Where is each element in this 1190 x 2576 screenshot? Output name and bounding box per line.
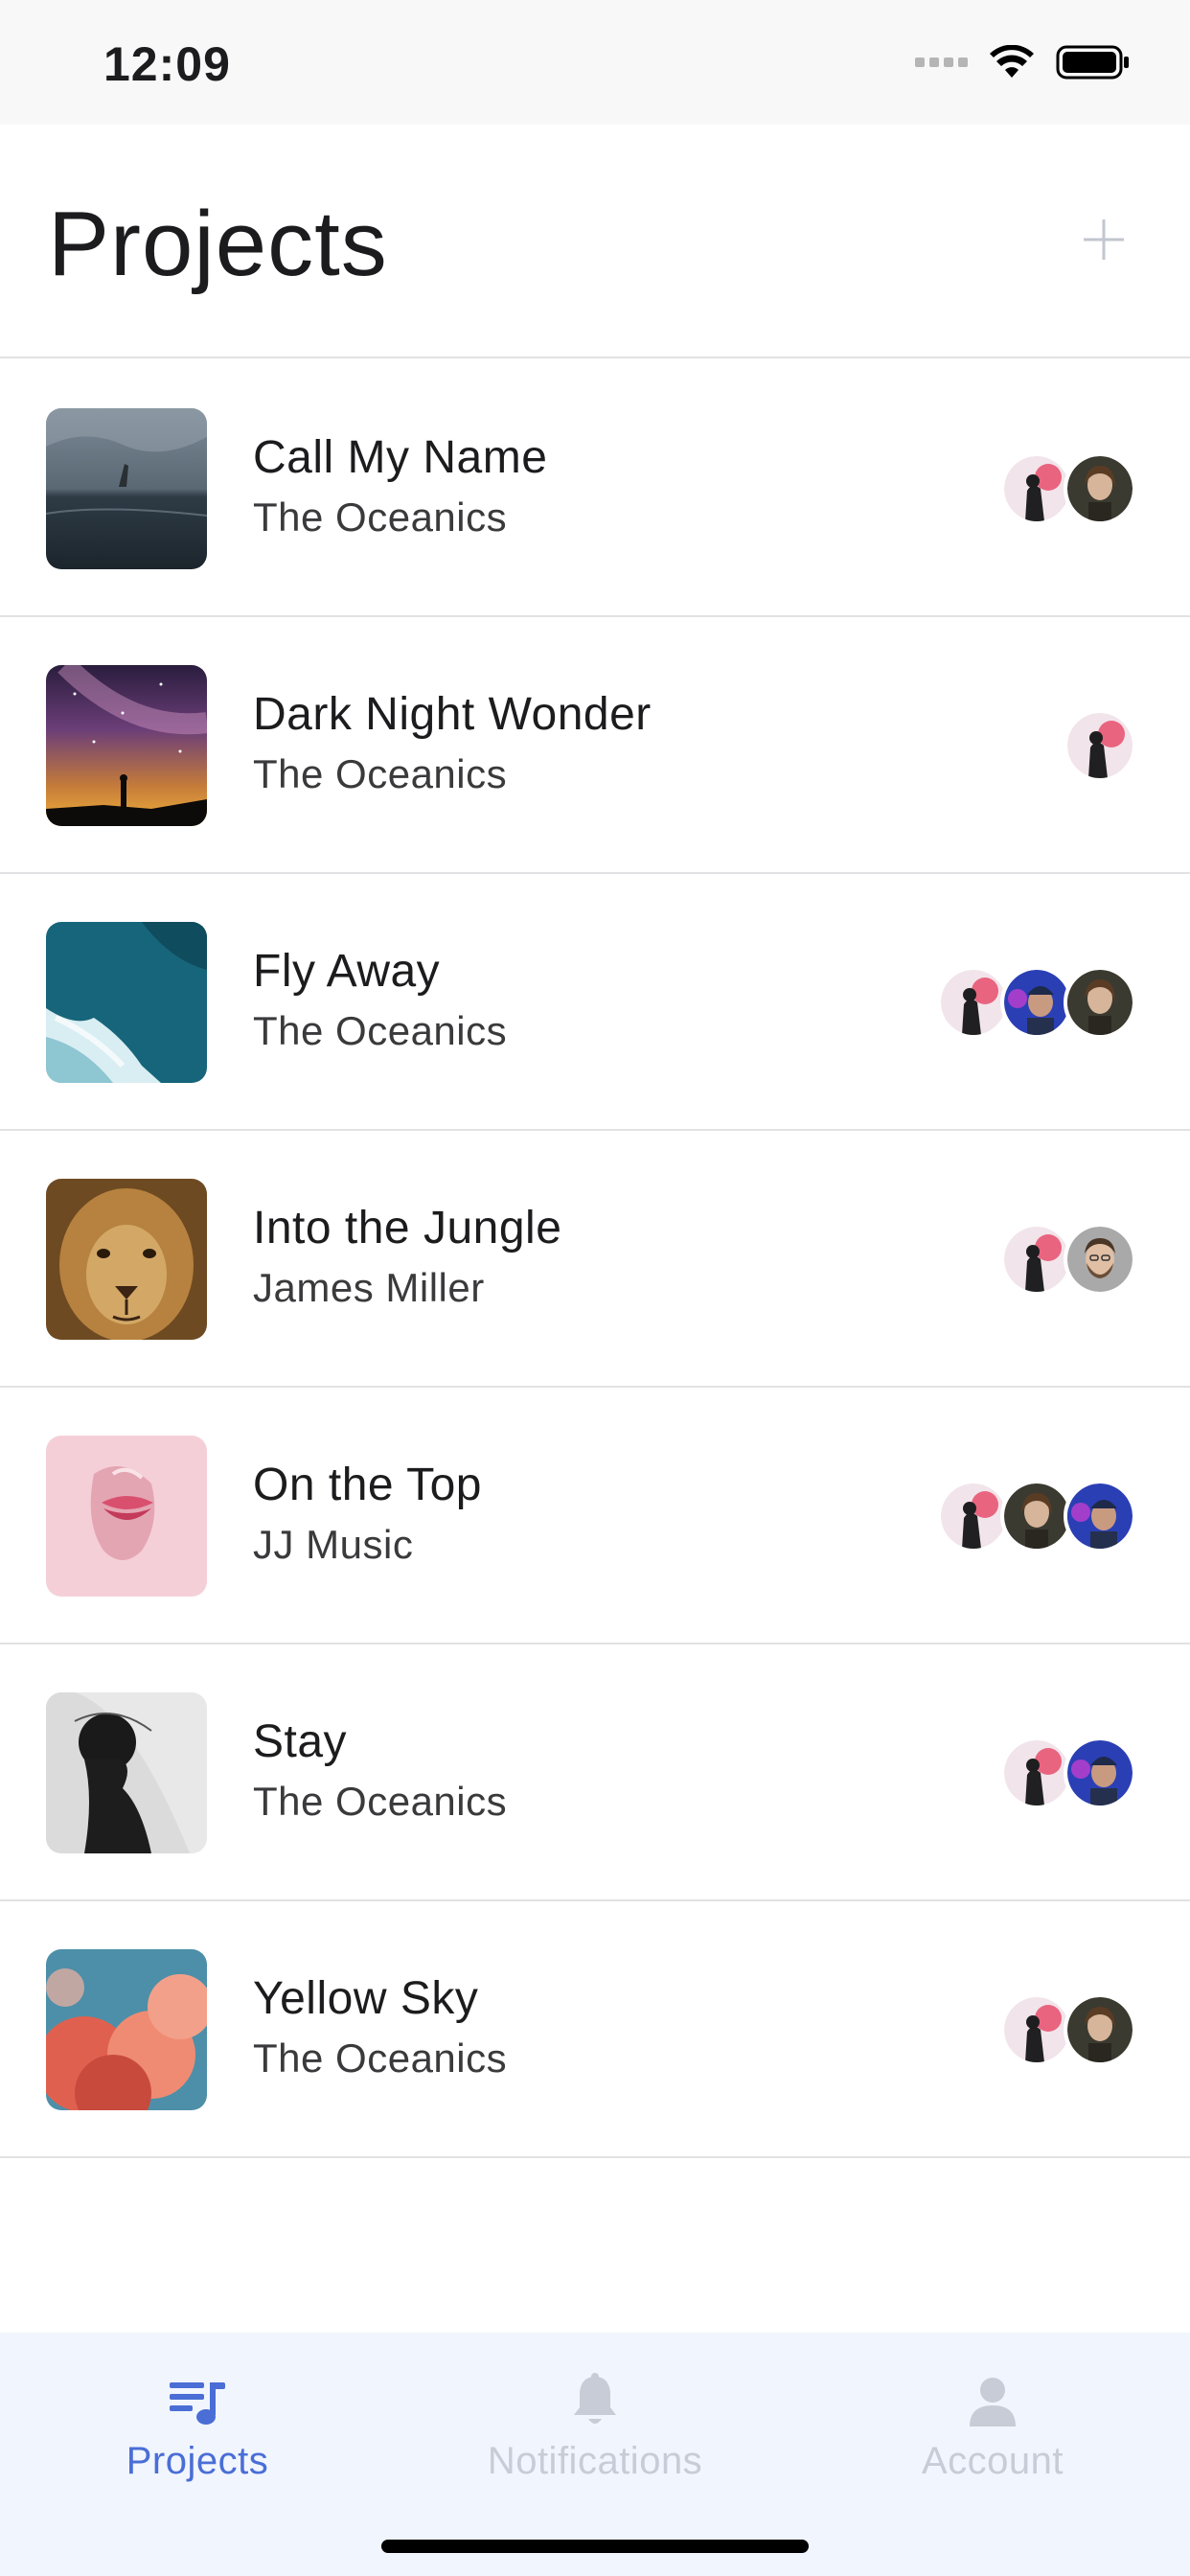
avatar [1064,966,1136,1039]
status-time: 12:09 [103,37,231,91]
playlist-icon [170,2382,225,2425]
add-project-button[interactable] [1065,201,1142,278]
album-cover [46,1436,207,1597]
avatar [1064,1223,1136,1296]
status-icons [915,44,1131,80]
avatar [1064,709,1136,782]
collaborator-avatars [1064,709,1136,782]
project-title: On the Top [253,1460,482,1510]
project-title: Dark Night Wonder [253,689,652,740]
album-cover [46,1692,207,1853]
header: Projects [0,125,1190,358]
person-icon [970,2378,1016,2426]
project-row[interactable]: Into the Jungle James Miller [0,1131,1190,1388]
battery-icon [1056,45,1129,80]
collaborator-avatars [1000,452,1136,525]
project-row[interactable]: Dark Night Wonder The Oceanics [0,617,1190,874]
project-row[interactable]: Stay The Oceanics [0,1644,1190,1901]
album-cover [46,665,207,826]
project-title: Into the Jungle [253,1203,562,1254]
project-title: Fly Away [253,946,441,997]
plus-icon [1084,219,1124,260]
avatar [937,966,1010,1039]
project-artist: The Oceanics [253,1008,508,1053]
collaborator-avatars [1000,1736,1136,1809]
avatar [1000,1480,1073,1552]
tab-label: Notifications [487,2440,703,2482]
avatar [1000,966,1073,1039]
project-row[interactable]: Yellow Sky The Oceanics [0,1901,1190,2158]
album-cover [46,408,207,569]
tab-label: Projects [126,2440,269,2482]
project-artist: The Oceanics [253,494,508,540]
status-bar: 12:09 [0,0,1190,125]
avatar [1000,1736,1073,1809]
avatar [1000,1993,1073,2066]
avatar [1064,1480,1136,1552]
project-artist: JJ Music [253,1522,414,1567]
avatar [937,1480,1010,1552]
collaborator-avatars [937,966,1136,1039]
home-indicator[interactable] [381,2540,809,2553]
album-cover [46,1949,207,2110]
tab-projects[interactable]: Projects [54,2361,341,2515]
avatar [1000,1223,1073,1296]
project-artist: James Miller [253,1265,485,1310]
album-cover [46,922,207,1083]
avatar [1064,1736,1136,1809]
project-row[interactable]: On the Top JJ Music [0,1388,1190,1644]
project-artist: The Oceanics [253,2036,508,2081]
avatar [1064,452,1136,525]
project-title: Stay [253,1716,348,1767]
project-list: Call My Name The Oceanics Dark Night Won… [0,360,1190,2158]
collaborator-avatars [1000,1223,1136,1296]
album-cover [46,1179,207,1340]
project-row[interactable]: Fly Away The Oceanics [0,874,1190,1131]
avatar [1000,452,1073,525]
collaborator-avatars [1000,1993,1136,2066]
tab-account[interactable]: Account [849,2361,1136,2515]
project-row[interactable]: Call My Name The Oceanics [0,360,1190,617]
project-artist: The Oceanics [253,1779,508,1824]
tab-label: Account [921,2440,1064,2482]
project-title: Yellow Sky [253,1973,479,2024]
wifi-icon [990,45,1034,78]
bell-icon [574,2373,616,2424]
project-artist: The Oceanics [253,751,508,796]
page-title: Projects [48,193,388,295]
avatar [1064,1993,1136,2066]
collaborator-avatars [937,1480,1136,1552]
cellular-signal-icon [915,58,968,67]
tab-notifications[interactable]: Notifications [451,2361,739,2515]
project-title: Call My Name [253,432,548,483]
